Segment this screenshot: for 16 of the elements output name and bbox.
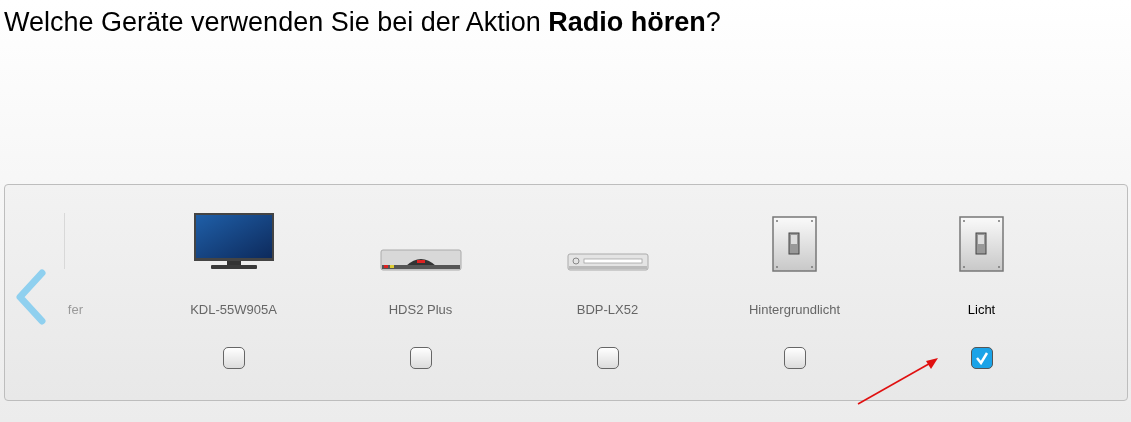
receiver-icon (379, 248, 462, 272)
device-label: Hintergrundlicht (748, 301, 840, 319)
checkbox[interactable] (409, 347, 432, 369)
disc-player-icon (566, 252, 649, 272)
checkbox[interactable] (222, 347, 245, 369)
device-label: HDS2 Plus (388, 301, 453, 319)
device-label: Licht (967, 301, 996, 319)
device-label: BDP-LX52 (576, 301, 639, 319)
device-label: fer (67, 301, 83, 319)
question-heading: Welche Geräte verwenden Sie bei der Aktion Radio hören? (3, 6, 722, 38)
checkbox[interactable] (783, 347, 806, 369)
check-icon (974, 351, 989, 365)
tv-icon (192, 212, 275, 272)
checkbox[interactable] (596, 347, 619, 369)
checkbox[interactable] (970, 347, 993, 369)
device-label: KDL-55W905A (190, 301, 277, 319)
